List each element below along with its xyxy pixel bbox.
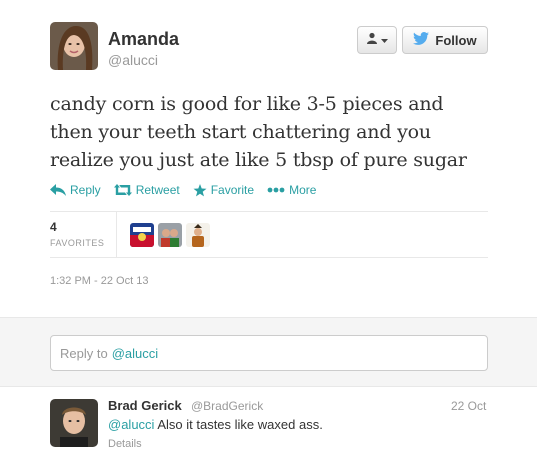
favorite-label: Favorite [210, 183, 255, 197]
reply-icon [50, 184, 66, 196]
user-actions-dropdown[interactable] [357, 26, 397, 54]
author-name[interactable]: Amanda [108, 29, 179, 50]
favorites-count[interactable]: 4 [50, 220, 57, 234]
reply-author-name[interactable]: Brad Gerick [108, 398, 182, 413]
reply-text-mention[interactable]: @alucci [108, 417, 154, 432]
reply-area: Reply to @alucci [0, 317, 537, 387]
reply-author-handle[interactable]: @BradGerick [191, 399, 263, 413]
reply-date[interactable]: 22 Oct [451, 399, 486, 413]
stats-divider-bottom [50, 257, 488, 258]
tweet-timestamp[interactable]: 1:32 PM - 22 Oct 13 [50, 275, 148, 287]
follow-label: Follow [435, 32, 477, 48]
reply-tweet[interactable]: Brad Gerick @BradGerick 22 Oct @alucci A… [0, 387, 537, 461]
reply-prefix: Reply to [60, 345, 108, 361]
more-action[interactable]: More [267, 183, 316, 197]
tweet-card: Amanda @alucci Follow candy corn is good… [0, 0, 537, 461]
twitter-bird-icon [413, 32, 430, 48]
tweet-text: candy corn is good for like 3-5 pieces a… [50, 93, 467, 171]
favoriter-avatar[interactable] [158, 223, 182, 247]
reply-details-link[interactable]: Details [108, 438, 142, 450]
user-menu-icon [366, 31, 378, 49]
reply-input[interactable]: Reply to @alucci [50, 335, 488, 371]
author-avatar[interactable] [50, 22, 98, 70]
follow-button[interactable]: Follow [402, 26, 488, 54]
retweet-icon [113, 184, 132, 196]
favorite-action[interactable]: Favorite [193, 183, 254, 197]
reply-text-body: Also it tastes like waxed ass. [157, 417, 323, 432]
reply-label: Reply [70, 183, 101, 197]
favoriter-avatar[interactable] [130, 223, 154, 247]
retweet-label: Retweet [135, 183, 180, 197]
more-dots-icon [267, 187, 285, 193]
favoriter-avatar[interactable] [186, 223, 210, 247]
star-icon [193, 183, 207, 197]
favorites-label: FAVORITES [50, 238, 105, 248]
reply-mention: @alucci [111, 345, 159, 361]
tweet-actions: Reply Retweet Favorite More [50, 183, 316, 197]
reply-text: @alucci Also it tastes like waxed ass. [108, 417, 323, 432]
reply-action[interactable]: Reply [50, 183, 101, 197]
retweet-action[interactable]: Retweet [113, 183, 180, 197]
favoriters-avatars [130, 223, 210, 247]
chevron-down-icon [381, 31, 388, 49]
reply-author-avatar[interactable] [50, 399, 98, 447]
author-handle[interactable]: @alucci [108, 52, 158, 68]
stats-separator [116, 212, 117, 257]
more-label: More [289, 183, 317, 197]
